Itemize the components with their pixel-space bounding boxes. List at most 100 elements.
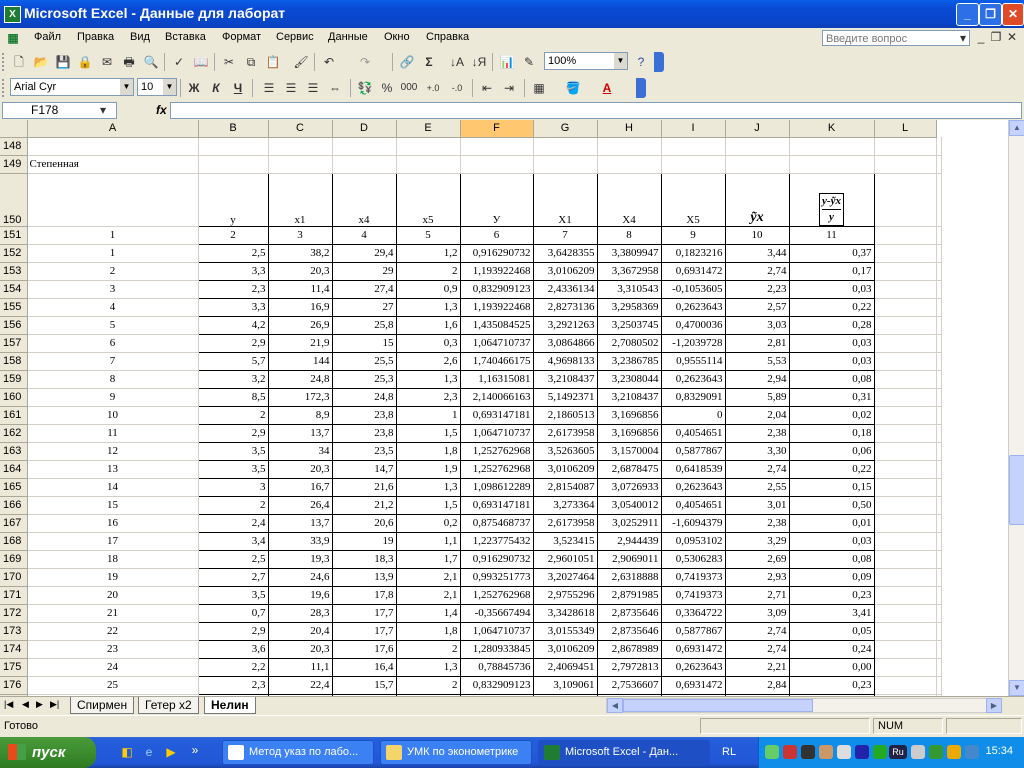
- cell-i156[interactable]: 0,4700036: [660, 315, 726, 335]
- cell-d166[interactable]: 21,2: [331, 495, 397, 515]
- cell-c173[interactable]: 20,4: [267, 621, 333, 641]
- cell-d164[interactable]: 14,7: [331, 459, 397, 479]
- cell-j161[interactable]: 2,04: [724, 405, 790, 425]
- toolbar-options-icon[interactable]: [654, 52, 664, 72]
- cell-l168[interactable]: [874, 532, 937, 551]
- cell-h155[interactable]: 3,2958369: [596, 297, 662, 317]
- cell-a160[interactable]: 9: [27, 388, 199, 407]
- cell-g150[interactable]: X1: [532, 172, 598, 227]
- cell-e162[interactable]: 1,5: [395, 423, 461, 443]
- cell-d163[interactable]: 23,5: [331, 441, 397, 461]
- cell-l153[interactable]: [874, 262, 937, 281]
- cell-j162[interactable]: 2,38: [724, 423, 790, 443]
- cell-m153[interactable]: [936, 262, 942, 281]
- tray-icon[interactable]: [947, 745, 961, 759]
- cell-l160[interactable]: [874, 388, 937, 407]
- volume-icon[interactable]: [965, 745, 979, 759]
- cell-g149[interactable]: [533, 155, 598, 174]
- doc-close-button[interactable]: ✕: [1006, 28, 1018, 46]
- row-header[interactable]: 164: [0, 460, 28, 479]
- row-header[interactable]: 152: [0, 244, 28, 263]
- cell-d170[interactable]: 13,9: [331, 567, 397, 587]
- cell-g176[interactable]: 3,109061: [532, 675, 598, 695]
- row-header[interactable]: 158: [0, 352, 28, 371]
- cell-k158[interactable]: 0,03: [788, 351, 875, 371]
- increase-decimal-icon[interactable]: +.0: [424, 79, 442, 97]
- cell-m148[interactable]: [936, 137, 942, 156]
- cell-k163[interactable]: 0,06: [788, 441, 875, 461]
- cell-i169[interactable]: 0,5306283: [660, 549, 726, 569]
- cell-d174[interactable]: 17,6: [331, 639, 397, 659]
- cell-j175[interactable]: 2,21: [724, 657, 790, 677]
- cell-d161[interactable]: 23,8: [331, 405, 397, 425]
- cell-h176[interactable]: 2,7536607: [596, 675, 662, 695]
- cell-g170[interactable]: 3,2027464: [532, 567, 598, 587]
- cell-h151[interactable]: 8: [596, 225, 662, 245]
- cell-g154[interactable]: 2,4336134: [532, 279, 598, 299]
- vertical-scrollbar[interactable]: ▲ ▼: [1008, 120, 1024, 696]
- toolbar-grip[interactable]: [2, 79, 8, 97]
- sort-ascending-icon[interactable]: ↓A: [448, 53, 466, 71]
- cell-h168[interactable]: 2,944439: [596, 531, 662, 551]
- print-icon[interactable]: 🖶: [120, 53, 138, 71]
- tray-icon[interactable]: [855, 745, 869, 759]
- cell-g157[interactable]: 3,0864866: [532, 333, 598, 353]
- cell-d162[interactable]: 23,8: [331, 423, 397, 443]
- cell-b167[interactable]: 2,4: [197, 513, 269, 533]
- column-header-k[interactable]: K: [789, 120, 875, 138]
- cell-e170[interactable]: 2,1: [395, 567, 461, 587]
- scroll-left-icon[interactable]: ◀: [607, 698, 623, 713]
- row-header[interactable]: 173: [0, 622, 28, 641]
- cell-k153[interactable]: 0,17: [788, 261, 875, 281]
- cell-k157[interactable]: 0,03: [788, 333, 875, 353]
- cell-j166[interactable]: 3,01: [724, 495, 790, 515]
- cell-j171[interactable]: 2,71: [724, 585, 790, 605]
- menu-edit[interactable]: Правка: [77, 31, 114, 43]
- cell-e165[interactable]: 1,3: [395, 477, 461, 497]
- cell-f153[interactable]: 1,193922468: [459, 261, 534, 281]
- cell-b156[interactable]: 4,2: [197, 315, 269, 335]
- row-header[interactable]: 157: [0, 334, 28, 353]
- row-header[interactable]: 161: [0, 406, 28, 425]
- cell-b153[interactable]: 3,3: [197, 261, 269, 281]
- cell-b161[interactable]: 2: [197, 405, 269, 425]
- row-header[interactable]: 175: [0, 658, 28, 677]
- cell-m156[interactable]: [936, 316, 942, 335]
- cell-k176[interactable]: 0,23: [788, 675, 875, 695]
- tray-icon[interactable]: [873, 745, 887, 759]
- cell-i161[interactable]: 0: [660, 405, 726, 425]
- cell-a156[interactable]: 5: [27, 316, 199, 335]
- cell-l163[interactable]: [874, 442, 937, 461]
- cell-j168[interactable]: 3,29: [724, 531, 790, 551]
- cell-d152[interactable]: 29,4: [331, 243, 397, 263]
- cell-e154[interactable]: 0,9: [395, 279, 461, 299]
- horizontal-scrollbar[interactable]: ◀ ▶: [606, 698, 1002, 713]
- cell-h159[interactable]: 3,2308044: [596, 369, 662, 389]
- cell-l164[interactable]: [874, 460, 937, 479]
- format-painter-icon[interactable]: 🖌: [292, 53, 310, 71]
- cell-m171[interactable]: [936, 586, 942, 605]
- cell-g160[interactable]: 5,1492371: [532, 387, 598, 407]
- cell-c174[interactable]: 20,3: [267, 639, 333, 659]
- cell-c154[interactable]: 11,4: [267, 279, 333, 299]
- cell-a150[interactable]: [27, 173, 199, 227]
- cell-k159[interactable]: 0,08: [788, 369, 875, 389]
- first-sheet-icon[interactable]: |◀: [4, 699, 13, 710]
- cell-c169[interactable]: 19,3: [267, 549, 333, 569]
- cell-e158[interactable]: 2,6: [395, 351, 461, 371]
- cell-g151[interactable]: 7: [532, 225, 598, 245]
- cell-k171[interactable]: 0,23: [788, 585, 875, 605]
- ask-question-input[interactable]: Введите вопрос: [822, 30, 970, 46]
- cell-a171[interactable]: 20: [27, 586, 199, 605]
- column-header-f[interactable]: F: [460, 120, 534, 138]
- cell-b175[interactable]: 2,2: [197, 657, 269, 677]
- cell-f173[interactable]: 1,064710737: [459, 621, 534, 641]
- cell-h158[interactable]: 3,2386785: [596, 351, 662, 371]
- cell-f161[interactable]: 0,693147181: [459, 405, 534, 425]
- menu-format[interactable]: Формат: [222, 31, 261, 43]
- cell-f154[interactable]: 0,832909123: [459, 279, 534, 299]
- cell-j170[interactable]: 2,93: [724, 567, 790, 587]
- cell-h166[interactable]: 3,0540012: [596, 495, 662, 515]
- cell-g173[interactable]: 3,0155349: [532, 621, 598, 641]
- scroll-right-icon[interactable]: ▶: [986, 698, 1002, 713]
